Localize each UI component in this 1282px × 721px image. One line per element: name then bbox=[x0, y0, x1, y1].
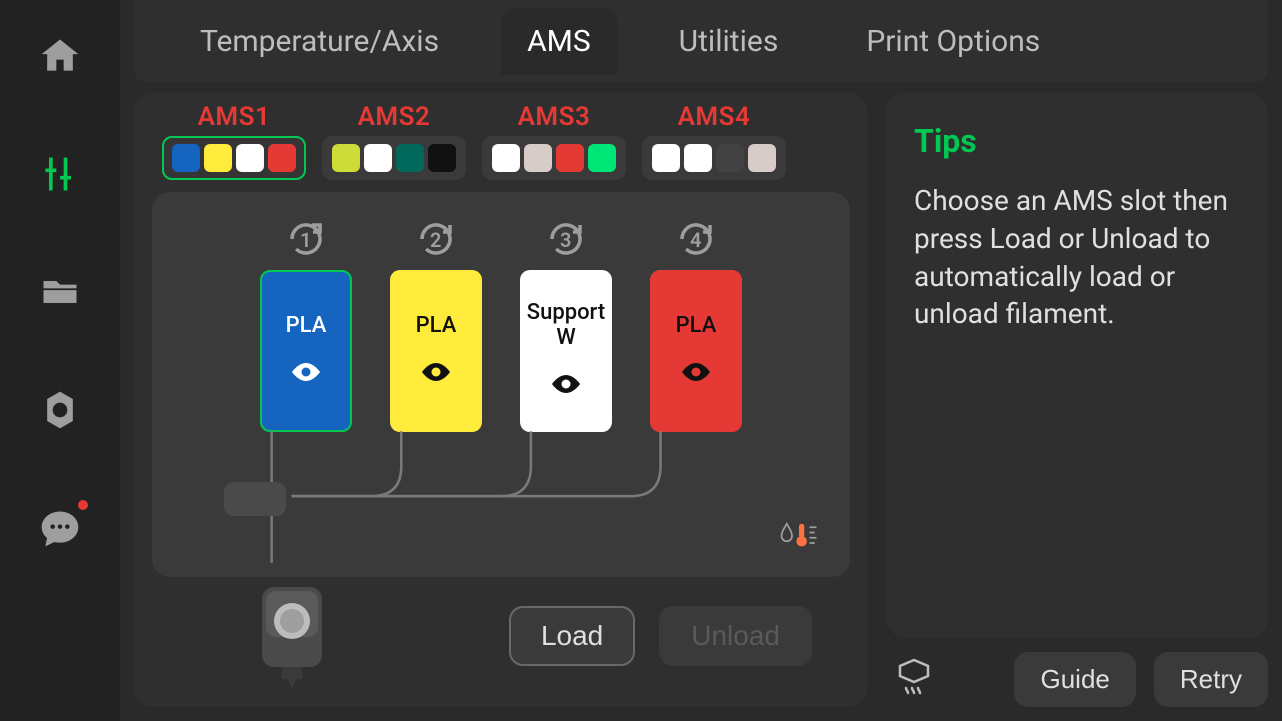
slot-2-label: PLA bbox=[416, 313, 457, 338]
tab-utilities[interactable]: Utilities bbox=[653, 8, 805, 75]
ams-unit-row: AMS1 AMS2 bbox=[152, 102, 850, 180]
swatch bbox=[428, 144, 456, 172]
swatch bbox=[364, 144, 392, 172]
slot-1-card[interactable]: PLA bbox=[260, 270, 352, 432]
sidebar bbox=[0, 0, 120, 721]
humidity-temp-icon[interactable] bbox=[778, 518, 820, 554]
ams-unit-2-label: AMS2 bbox=[358, 102, 431, 132]
tips-box: Tips Choose an AMS slot then press Load … bbox=[886, 92, 1268, 638]
refresh-icon[interactable]: 4 bbox=[675, 218, 717, 260]
ams-unit-3[interactable]: AMS3 bbox=[482, 102, 626, 180]
slot-number: 3 bbox=[560, 228, 571, 252]
chat-icon[interactable] bbox=[36, 504, 84, 552]
swatch bbox=[396, 144, 424, 172]
swatch bbox=[652, 144, 680, 172]
eye-icon bbox=[419, 360, 453, 390]
slot-number: 2 bbox=[430, 228, 441, 252]
ams-unit-4-swatches bbox=[642, 136, 786, 180]
swatch bbox=[716, 144, 744, 172]
refresh-icon[interactable]: 3 bbox=[545, 218, 587, 260]
swatch bbox=[524, 144, 552, 172]
slot-1-label: PLA bbox=[286, 313, 327, 338]
slot-3-card[interactable]: Support W bbox=[520, 270, 612, 432]
ams-hub bbox=[224, 482, 286, 516]
swatch bbox=[172, 144, 200, 172]
swatch bbox=[268, 144, 296, 172]
tab-temperature-axis[interactable]: Temperature/Axis bbox=[174, 8, 465, 75]
slot-4-card[interactable]: PLA bbox=[650, 270, 742, 432]
slot-2-card[interactable]: PLA bbox=[390, 270, 482, 432]
ams-diagram: 1 PLA 2 bbox=[152, 192, 850, 577]
eye-icon bbox=[289, 360, 323, 390]
slot-4-label: PLA bbox=[676, 313, 717, 338]
tips-panel: Tips Choose an AMS slot then press Load … bbox=[886, 92, 1268, 707]
swatch bbox=[748, 144, 776, 172]
ams-unit-1-swatches bbox=[162, 136, 306, 180]
swatch bbox=[684, 144, 712, 172]
swatch bbox=[556, 144, 584, 172]
ams-unit-4-label: AMS4 bbox=[678, 102, 751, 132]
ams-unit-4[interactable]: AMS4 bbox=[642, 102, 786, 180]
controls-icon[interactable] bbox=[36, 150, 84, 198]
slot-4: 4 PLA bbox=[650, 218, 742, 432]
eye-icon bbox=[679, 360, 713, 390]
tips-body: Choose an AMS slot then press Load or Un… bbox=[914, 182, 1240, 333]
slot-3-label: Support W bbox=[526, 300, 606, 350]
ams-unit-3-label: AMS3 bbox=[518, 102, 591, 132]
slot-number: 1 bbox=[300, 228, 311, 252]
slot-1: 1 PLA bbox=[260, 218, 352, 432]
slot-number: 4 bbox=[690, 228, 701, 252]
swatch bbox=[204, 144, 232, 172]
swatch bbox=[332, 144, 360, 172]
extruder-icon bbox=[252, 581, 332, 691]
tab-print-options[interactable]: Print Options bbox=[840, 8, 1066, 75]
tab-bar: Temperature/Axis AMS Utilities Print Opt… bbox=[134, 0, 1268, 82]
tab-ams[interactable]: AMS bbox=[501, 8, 617, 75]
settings-icon[interactable] bbox=[36, 386, 84, 434]
swatch bbox=[236, 144, 264, 172]
refresh-icon[interactable]: 1 bbox=[285, 218, 327, 260]
tips-title: Tips bbox=[914, 122, 1240, 160]
unload-button[interactable]: Unload bbox=[659, 606, 812, 666]
notification-dot bbox=[78, 500, 88, 510]
ams-unit-1[interactable]: AMS1 bbox=[162, 102, 306, 180]
load-button[interactable]: Load bbox=[509, 606, 635, 666]
retry-button[interactable]: Retry bbox=[1154, 652, 1268, 707]
slot-3: 3 Support W bbox=[520, 218, 612, 432]
files-icon[interactable] bbox=[36, 268, 84, 316]
swatch bbox=[492, 144, 520, 172]
ams-unit-2-swatches bbox=[322, 136, 466, 180]
guide-button[interactable]: Guide bbox=[1014, 652, 1135, 707]
ams-unit-2[interactable]: AMS2 bbox=[322, 102, 466, 180]
ams-panel: AMS1 AMS2 bbox=[134, 92, 868, 707]
refresh-icon[interactable]: 2 bbox=[415, 218, 457, 260]
main-area: Temperature/Axis AMS Utilities Print Opt… bbox=[120, 0, 1282, 721]
ams-unit-1-label: AMS1 bbox=[198, 102, 271, 132]
swatch bbox=[588, 144, 616, 172]
home-icon[interactable] bbox=[36, 32, 84, 80]
eye-icon bbox=[549, 372, 583, 402]
ams-unit-3-swatches bbox=[482, 136, 626, 180]
slot-2: 2 PLA bbox=[390, 218, 482, 432]
filament-sensor-icon[interactable] bbox=[892, 656, 936, 704]
